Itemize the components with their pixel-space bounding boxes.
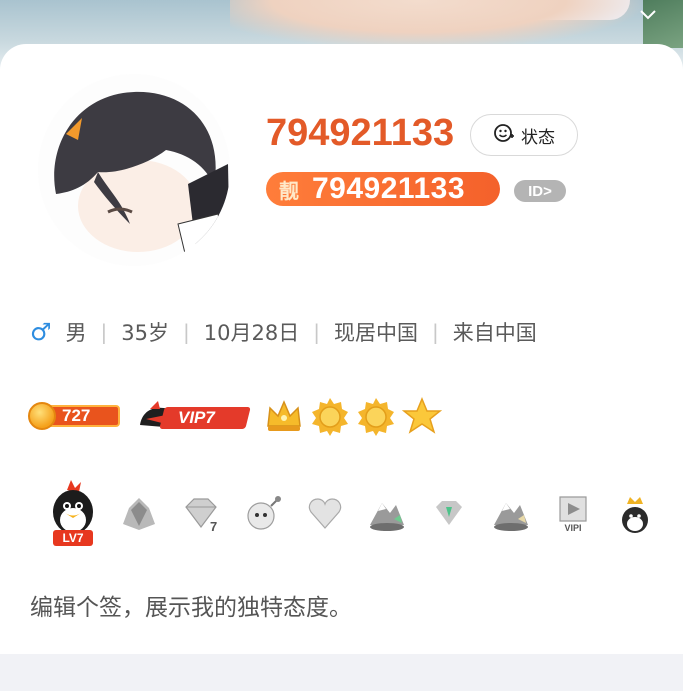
hometown-text: 来自中国 — [452, 321, 537, 345]
personal-signature[interactable]: 编辑个签，展示我的独特态度。 — [30, 588, 352, 622]
bomb-badge-icon[interactable] — [232, 483, 294, 545]
heart-badge-icon[interactable] — [294, 483, 356, 545]
star-icon[interactable] — [402, 396, 442, 436]
divider: | — [431, 320, 439, 344]
level-row: 727 VIP7 — [28, 394, 448, 438]
cover-hands — [230, 0, 650, 50]
coin-count: 727 — [62, 406, 91, 425]
gender-text: 男 — [65, 321, 87, 345]
crown-penguin-badge-icon[interactable] — [604, 483, 666, 545]
divider: | — [100, 320, 108, 344]
divider: | — [183, 320, 190, 344]
status-button[interactable]: 状态 — [470, 114, 578, 156]
shield-badge-icon[interactable] — [108, 483, 170, 545]
pretty-number-prefix: 靓 — [279, 178, 299, 203]
chevron-down-icon[interactable] — [639, 6, 657, 24]
vip-label: VIP7 — [178, 408, 215, 427]
pretty-number-badge[interactable]: 靓 794921133 — [266, 172, 500, 206]
bottom-section-divider — [0, 654, 683, 691]
vip-badge[interactable]: VIP7 — [136, 399, 251, 433]
coin-badge[interactable]: 727 — [28, 402, 120, 430]
vip-play-badge-icon[interactable]: VIPI — [542, 483, 604, 545]
status-face-icon — [493, 122, 515, 148]
male-icon: ♂ — [30, 318, 52, 346]
birthday-text: 10月28日 — [203, 321, 300, 345]
badge-row: LV7 7 VIPI — [38, 474, 666, 554]
profile-info-row: ♂ 男 | 35岁 | 10月28日 | 现居中国 | 来自中国 — [30, 314, 537, 350]
age-text: 35岁 — [121, 321, 169, 345]
vip-play-label: VIPI — [564, 523, 581, 533]
mountain-badge-icon[interactable] — [480, 483, 542, 545]
coin-icon — [28, 402, 56, 430]
username: 794921133 — [266, 112, 455, 154]
divider: | — [313, 320, 320, 344]
mountain-badge-icon[interactable] — [356, 483, 418, 545]
qq-level-label: LV7 — [62, 531, 83, 545]
sun-icon[interactable] — [310, 396, 350, 436]
residence-text: 现居中国 — [333, 321, 418, 345]
status-label: 状态 — [521, 127, 555, 148]
id-card-button[interactable]: ID> — [514, 180, 566, 202]
qq-level-badge[interactable]: LV7 — [38, 474, 108, 554]
gem-badge-icon[interactable] — [418, 483, 480, 545]
diamond-badge-icon[interactable]: 7 — [170, 483, 232, 545]
svg-text:7: 7 — [210, 519, 217, 534]
avatar[interactable] — [38, 74, 230, 266]
crown-icon[interactable] — [264, 396, 304, 436]
sun-icon[interactable] — [356, 396, 396, 436]
pretty-number-value: 794921133 — [312, 172, 466, 205]
